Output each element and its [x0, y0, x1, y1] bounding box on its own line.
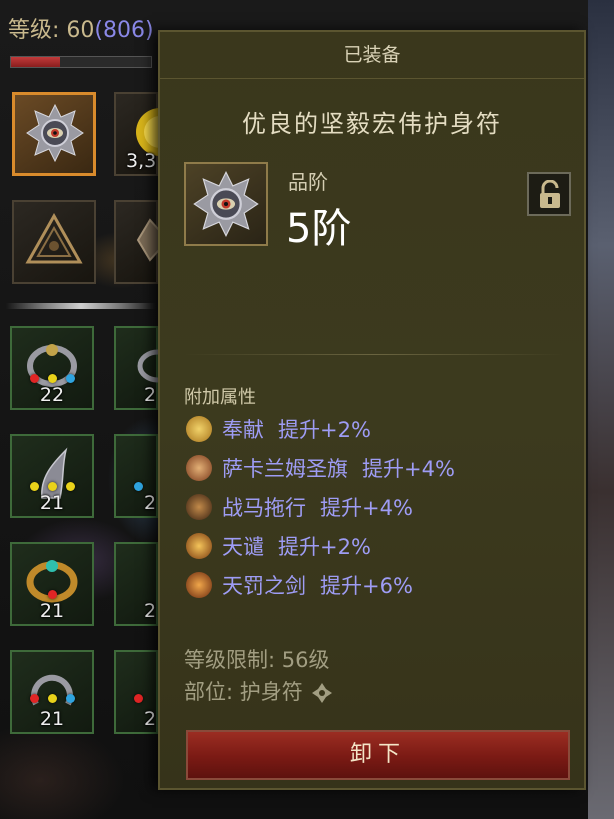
attribute-row: 奉献 提升+2% — [186, 413, 371, 447]
unlock-icon — [540, 180, 560, 208]
inventory-slot-ring-1[interactable]: 22 — [10, 326, 94, 410]
player-level: 等级: 60(806) — [8, 12, 154, 44]
inventory-slot-ring-8[interactable]: 2 — [114, 650, 158, 734]
yellow-gem-icon — [48, 482, 57, 491]
attribute-effect: 提升+2% — [278, 418, 371, 442]
inventory-slot-ring-5[interactable]: 21 — [10, 542, 94, 626]
red-gem-icon — [30, 374, 39, 383]
attribute-name: 奉献 — [222, 418, 264, 442]
attribute-name: 天谴 — [222, 535, 264, 559]
slot-count: 21 — [39, 600, 65, 622]
slot-count: 2 — [144, 708, 157, 730]
offering-icon — [186, 416, 212, 442]
level-value: 60 — [66, 18, 95, 43]
inventory-slot-ring-2[interactable]: 2 — [114, 326, 179, 410]
inventory-slot-skill-1[interactable] — [12, 200, 96, 284]
heaven-wrath-icon — [186, 533, 212, 559]
amulet-icon — [193, 170, 259, 238]
level-requirement: 等级限制: 56级 — [184, 648, 330, 672]
level-label: 等级: — [8, 18, 67, 43]
item-icon-frame — [184, 162, 268, 246]
blue-gem-icon — [134, 482, 143, 491]
slot-count: 22 — [39, 384, 65, 406]
inventory-slot-amulet[interactable] — [12, 92, 96, 176]
yellow-gem-icon — [48, 694, 57, 703]
attribute-row: 天罚之剑 提升+6% — [186, 569, 413, 603]
attribute-effect: 提升+4% — [362, 457, 455, 481]
slot-count: 21 — [39, 492, 65, 514]
yellow-gem-icon — [48, 374, 57, 383]
amulet-slot-icon — [312, 683, 333, 703]
inventory-slot-ring-6[interactable]: 2 — [114, 542, 158, 626]
slot-count: 21 — [39, 708, 65, 730]
attribute-effect: 提升+6% — [320, 574, 413, 598]
inventory-slot-ring-4[interactable]: 2 — [114, 434, 158, 518]
slot-count: 2 — [144, 600, 157, 622]
inventory-slot-ring-3[interactable]: 21 — [10, 434, 94, 518]
sword-icon — [186, 572, 212, 598]
triangle-rune-icon — [25, 212, 83, 264]
yellow-gem-icon — [30, 482, 39, 491]
attributes-heading: 附加属性 — [184, 387, 256, 408]
amulet-icon — [26, 103, 84, 163]
attribute-name: 天罚之剑 — [222, 574, 306, 598]
tier-value: 5阶 — [286, 206, 352, 252]
slot-count: 2 — [144, 384, 157, 406]
section-divider — [182, 354, 566, 355]
attribute-row: 战马拖行 提升+4% — [186, 491, 413, 525]
inventory-divider — [6, 303, 156, 309]
attribute-name: 战马拖行 — [222, 496, 306, 520]
paragon-value: (806) — [94, 18, 154, 43]
slot-count: 2 — [144, 492, 157, 514]
attribute-row: 天谴 提升+2% — [186, 530, 371, 564]
red-gem-icon — [30, 694, 39, 703]
blue-gem-icon — [66, 694, 75, 703]
slot-type-row: 部位: 护身符 — [184, 676, 333, 706]
character-model-edge — [588, 0, 614, 819]
yellow-gem-icon — [66, 482, 75, 491]
tier-label: 品阶 — [288, 170, 328, 194]
unequip-button[interactable]: 卸下 — [186, 730, 570, 780]
blue-gem-icon — [66, 374, 75, 383]
slot-type: 部位: 护身符 — [184, 680, 303, 704]
attribute-row: 萨卡兰姆圣旗 提升+4% — [186, 452, 455, 486]
red-gem-icon — [134, 694, 143, 703]
attribute-effect: 提升+4% — [320, 496, 413, 520]
slot-count: 3,3 — [126, 150, 157, 172]
inventory-slot-skill-2[interactable] — [114, 200, 170, 284]
inventory-slot-gold[interactable]: 3,3 — [114, 92, 180, 176]
experience-bar-fill — [11, 57, 60, 67]
experience-bar — [10, 56, 152, 68]
red-gem-icon — [48, 590, 57, 599]
inventory-slot-ring-7[interactable]: 21 — [10, 650, 94, 734]
lock-toggle-button[interactable] — [527, 172, 571, 216]
item-name: 优良的坚毅宏伟护身符 — [242, 110, 502, 138]
warhorse-icon — [186, 494, 212, 520]
attribute-name: 萨卡兰姆圣旗 — [222, 457, 348, 481]
item-tooltip: 已装备 优良的坚毅宏伟护身符 品阶 5阶 附加属性 奉献 提升+2% 萨卡兰姆圣旗… — [158, 30, 586, 790]
tooltip-header: 已装备 — [160, 32, 584, 79]
banner-icon — [186, 455, 212, 481]
attribute-effect: 提升+2% — [278, 535, 371, 559]
